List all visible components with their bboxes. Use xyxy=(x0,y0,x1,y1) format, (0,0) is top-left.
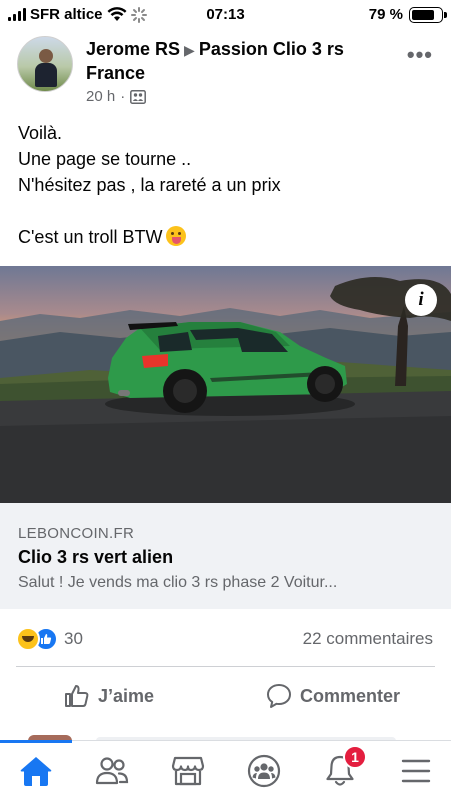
like-label: J’aime xyxy=(98,685,155,706)
post-line: Une page se tourne .. xyxy=(18,149,192,169)
bottom-tab-bar: 1 xyxy=(0,740,451,800)
battery-percent: 79 % xyxy=(368,6,403,23)
notification-badge: 1 xyxy=(343,745,367,769)
info-icon[interactable]: i xyxy=(405,284,437,316)
tab-friends[interactable] xyxy=(88,751,136,791)
more-options-icon[interactable]: ••• xyxy=(407,42,433,68)
home-icon xyxy=(20,757,52,786)
link-description: Salut ! Je vends ma clio 3 rs phase 2 Vo… xyxy=(18,574,338,591)
link-domain: LEBONCOIN.FR xyxy=(18,525,135,542)
status-right: 79 % xyxy=(368,6,447,23)
author-avatar[interactable] xyxy=(17,36,73,92)
tab-notifications[interactable]: 1 xyxy=(316,745,367,791)
group-members-icon xyxy=(130,89,147,104)
post-line-with-emoji: C'est un troll BTW xyxy=(18,224,438,250)
comments-count[interactable]: 22 commentaires xyxy=(303,629,433,649)
active-tab-indicator xyxy=(0,740,72,743)
meta-separator: · xyxy=(120,88,126,105)
link-preview-image[interactable]: i xyxy=(0,266,451,503)
post-line xyxy=(18,198,438,224)
reactions-summary[interactable]: 30 xyxy=(16,627,83,651)
comment-label: Commenter xyxy=(300,685,401,706)
battery-icon xyxy=(409,6,447,23)
post-line: N'hésitez pas , la rareté a un prix xyxy=(18,175,281,195)
comment-button[interactable]: Commenter xyxy=(266,680,400,712)
car-photo xyxy=(0,277,451,503)
link-preview-card[interactable]: LEBONCOIN.FR Clio 3 rs vert alien Salut … xyxy=(0,503,451,609)
post-line: Voilà. xyxy=(18,123,63,143)
triangle-right-icon: ▶ xyxy=(184,42,195,58)
post-meta: 20 h · xyxy=(86,88,147,105)
friends-icon xyxy=(95,757,129,785)
like-button[interactable]: J’aime xyxy=(64,680,154,712)
post-time[interactable]: 20 h xyxy=(86,88,115,105)
tab-menu[interactable] xyxy=(392,751,440,791)
groups-icon xyxy=(247,754,281,788)
marketplace-icon xyxy=(171,756,205,786)
thumbs-up-icon xyxy=(65,685,89,707)
tab-marketplace[interactable] xyxy=(164,751,212,791)
post-line: C'est un troll BTW xyxy=(18,227,163,247)
status-bar: SFR altice 07:13 79 % xyxy=(0,0,451,30)
divider xyxy=(16,666,435,667)
comment-bubble-icon xyxy=(267,684,291,708)
tongue-emoji-icon xyxy=(166,226,187,246)
post-text: Voilà. Une page se tourne .. N'hésitez p… xyxy=(18,120,438,250)
tab-home[interactable] xyxy=(12,751,60,791)
link-title: Clio 3 rs vert alien xyxy=(18,547,174,567)
reaction-count: 30 xyxy=(64,629,83,648)
haha-reaction-icon xyxy=(16,627,40,651)
battery-level xyxy=(412,9,435,20)
post-title: Jerome RS ▶ Passion Clio 3 rs France xyxy=(86,38,396,85)
menu-icon xyxy=(401,759,431,783)
tab-groups[interactable] xyxy=(240,751,288,791)
author-name[interactable]: Jerome RS xyxy=(86,39,180,59)
